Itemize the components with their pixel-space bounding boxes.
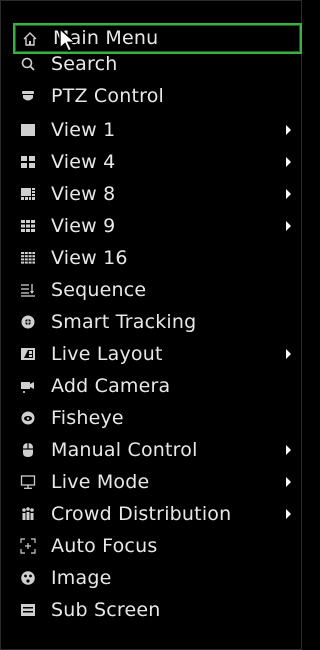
menu-item-smart-tracking[interactable]: Smart Tracking xyxy=(13,307,301,337)
menu-item-label: Image xyxy=(51,566,112,589)
add-camera-icon xyxy=(19,377,37,395)
view-4-icon xyxy=(19,153,37,171)
menu-item-live-layout[interactable]: Live Layout xyxy=(13,339,301,369)
submenu-arrow-icon xyxy=(286,349,291,359)
menu-item-fisheye[interactable]: Fisheye xyxy=(13,403,301,433)
view-8-icon xyxy=(19,185,37,203)
submenu-arrow-icon xyxy=(286,509,291,519)
menu-item-view-8[interactable]: View 8 xyxy=(13,179,301,209)
menu-item-view-16[interactable]: View 16 xyxy=(13,243,301,273)
menu-item-view-9[interactable]: View 9 xyxy=(13,211,301,241)
menu-item-view-4[interactable]: View 4 xyxy=(13,147,301,177)
menu-item-label: Sub Screen xyxy=(51,598,161,621)
submenu-arrow-icon xyxy=(286,189,291,199)
menu-item-search[interactable]: Search xyxy=(13,49,301,79)
menu-item-label: PTZ Control xyxy=(51,84,164,107)
submenu-arrow-icon xyxy=(286,477,291,487)
menu-item-label: Live Layout xyxy=(51,342,163,365)
smart-tracking-icon xyxy=(19,313,37,331)
manual-control-icon xyxy=(19,441,37,459)
crowd-distribution-icon xyxy=(19,505,37,523)
menu-item-label: Search xyxy=(51,52,118,75)
view-1-icon xyxy=(19,121,37,139)
menu-item-label: Smart Tracking xyxy=(51,310,197,333)
live-context-menu: Main Menu Search PTZ Control View 1 View… xyxy=(0,0,302,650)
menu-item-live-mode[interactable]: Live Mode xyxy=(13,467,301,497)
menu-item-label: View 8 xyxy=(51,182,116,205)
menu-item-sub-screen[interactable]: Sub Screen xyxy=(13,595,301,625)
menu-item-view-1[interactable]: View 1 xyxy=(13,115,301,145)
menu-item-label: View 4 xyxy=(51,150,116,173)
submenu-arrow-icon xyxy=(286,221,291,231)
search-icon xyxy=(19,55,37,73)
view-16-icon xyxy=(19,249,37,267)
menu-item-label: Live Mode xyxy=(51,470,150,493)
sequence-icon xyxy=(19,281,37,299)
menu-item-image[interactable]: Image xyxy=(13,563,301,593)
menu-item-auto-focus[interactable]: Auto Focus xyxy=(13,531,301,561)
menu-item-crowd-distribution[interactable]: Crowd Distribution xyxy=(13,499,301,529)
live-mode-icon xyxy=(19,473,37,491)
menu-item-label: View 1 xyxy=(51,118,116,141)
ptz-icon xyxy=(19,87,37,105)
menu-item-add-camera[interactable]: Add Camera xyxy=(13,371,301,401)
auto-focus-icon xyxy=(19,537,37,555)
menu-item-label: Add Camera xyxy=(51,374,171,397)
submenu-arrow-icon xyxy=(286,125,291,135)
view-9-icon xyxy=(19,217,37,235)
submenu-arrow-icon xyxy=(286,157,291,167)
image-icon xyxy=(19,569,37,587)
fisheye-icon xyxy=(19,409,37,427)
menu-item-label: View 9 xyxy=(51,214,116,237)
menu-item-label: Sequence xyxy=(51,278,147,301)
live-layout-icon xyxy=(19,345,37,363)
submenu-arrow-icon xyxy=(286,445,291,455)
menu-item-label: Crowd Distribution xyxy=(51,502,232,525)
menu-item-label: Fisheye xyxy=(51,406,124,429)
home-icon xyxy=(21,30,39,48)
sub-screen-icon xyxy=(19,601,37,619)
menu-item-label: Auto Focus xyxy=(51,534,158,557)
menu-item-manual-control[interactable]: Manual Control xyxy=(13,435,301,465)
menu-item-label: Main Menu xyxy=(53,27,159,49)
menu-item-label: Manual Control xyxy=(51,438,198,461)
menu-item-label: View 16 xyxy=(51,246,128,269)
menu-item-ptz-control[interactable]: PTZ Control xyxy=(13,81,301,111)
menu-item-sequence[interactable]: Sequence xyxy=(13,275,301,305)
